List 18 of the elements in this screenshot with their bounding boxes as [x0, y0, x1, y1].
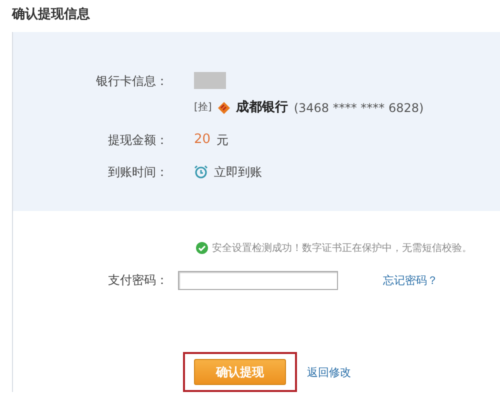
field-label: 到账时间：	[107, 164, 168, 181]
bank-logo-icon	[218, 102, 230, 114]
page-title: 确认提现信息	[12, 6, 91, 24]
field-label: 银行卡信息：	[95, 73, 168, 90]
card-type: [拴]	[194, 101, 212, 115]
alarm-clock-icon	[194, 165, 208, 179]
forgot-password-link[interactable]: 忘记密码？	[383, 273, 500, 288]
field-label: 提现金额：	[107, 132, 168, 149]
field-label: 支付密码：	[107, 272, 168, 289]
bank-name: 成都银行	[236, 99, 288, 117]
check-icon	[196, 242, 208, 254]
security-notice: 安全设置检测成功！数字证书正在保护中，无需短信校验。	[212, 242, 472, 255]
amount-value: 20	[194, 131, 211, 149]
card-number: (3468 **** **** 6828)	[294, 100, 424, 117]
back-link[interactable]: 返回修改	[307, 364, 351, 380]
currency-unit: 元	[216, 132, 229, 149]
password-field[interactable]	[178, 271, 338, 290]
arrival-time: 立即到账	[214, 164, 262, 181]
